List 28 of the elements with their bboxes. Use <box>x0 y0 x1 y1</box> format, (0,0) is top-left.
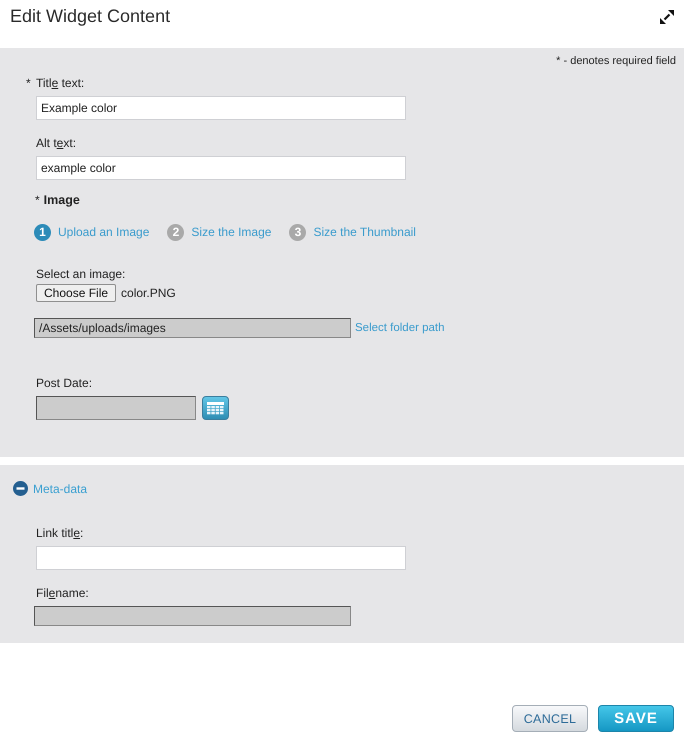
step-link[interactable]: 3 Size the Thumbnail <box>289 224 416 240</box>
meta-data-toggle[interactable]: Meta-data <box>13 481 88 496</box>
field-label: Select an image: <box>36 267 126 281</box>
field-label: Title text: <box>36 76 84 90</box>
field-label: Post Date: <box>36 376 92 390</box>
field-label: Alt text: <box>36 136 76 150</box>
field-label: Filename: <box>36 586 89 600</box>
required-mark: * <box>35 193 40 207</box>
text-input[interactable]: example color <box>36 156 406 180</box>
choose-file-button[interactable]: Choose File <box>36 284 116 302</box>
step-link[interactable]: 2 Size the Image <box>167 224 272 240</box>
dialog-title: Edit Widget Content <box>10 5 170 27</box>
calendar-button[interactable] <box>202 396 229 420</box>
step-number: 1 <box>34 224 51 240</box>
required-note: * - denotes required field <box>556 54 676 68</box>
calendar-icon <box>207 402 224 414</box>
cancel-button[interactable]: CANCEL <box>512 705 588 732</box>
select-folder-link[interactable]: Select folder path <box>355 322 445 334</box>
file-name: color.PNG <box>121 286 176 300</box>
required-mark: * <box>26 76 31 90</box>
step-number: 3 <box>289 224 306 240</box>
save-button[interactable]: SAVE <box>598 705 674 732</box>
step-link[interactable]: 1 Upload an Image <box>34 224 150 240</box>
text-input[interactable]: Example color <box>36 96 406 120</box>
step-number: 2 <box>167 224 184 240</box>
section-heading: Image <box>44 193 80 207</box>
field-label: Link title: <box>36 526 84 540</box>
expand-icon[interactable] <box>659 9 675 25</box>
